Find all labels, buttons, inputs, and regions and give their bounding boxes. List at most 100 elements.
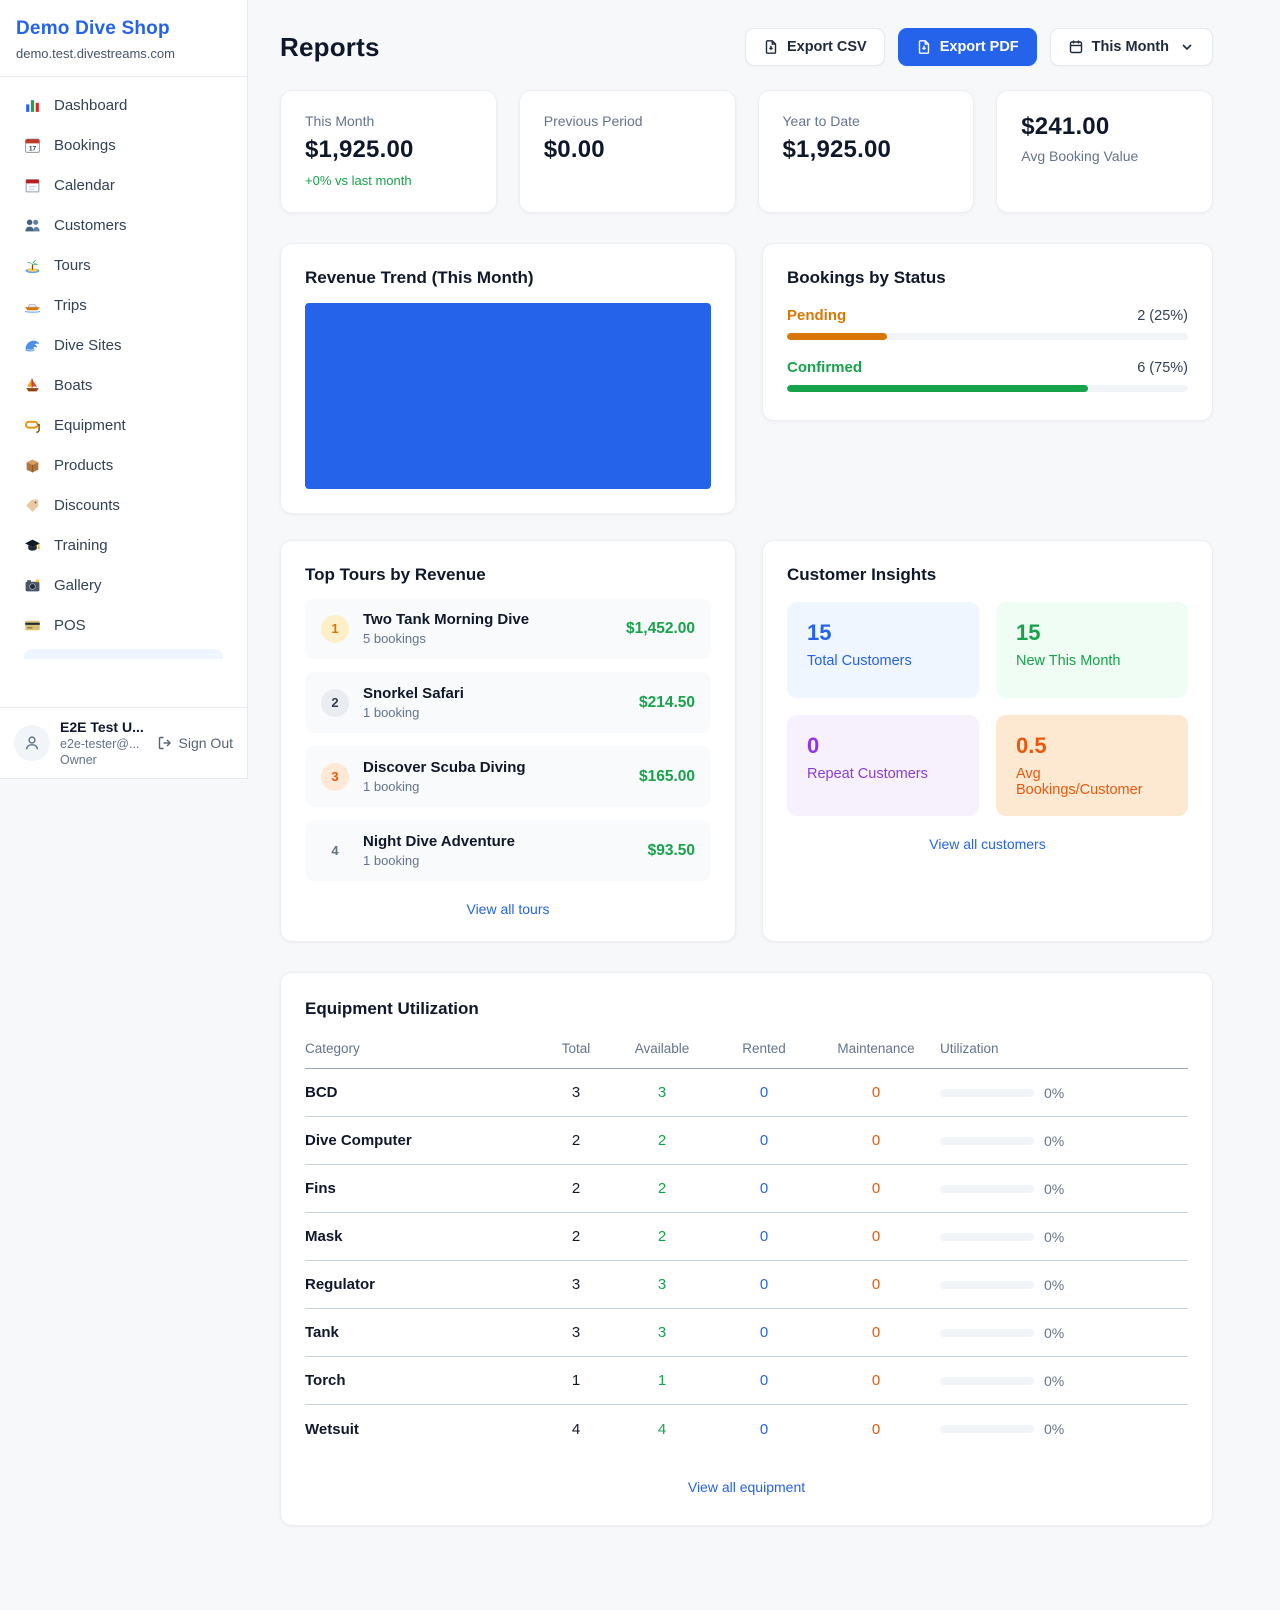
sidebar-item-label: Dive Sites bbox=[54, 337, 122, 354]
utilization-bar bbox=[940, 1137, 1034, 1145]
chevron-down-icon bbox=[1179, 39, 1195, 55]
sidebar-item-boats[interactable]: Boats bbox=[12, 369, 235, 402]
export-pdf-label: Export PDF bbox=[940, 39, 1019, 55]
bookings-icon: 17 bbox=[24, 137, 41, 154]
insight-value: 0 bbox=[807, 733, 959, 759]
sidebar-item-label: Discounts bbox=[54, 497, 120, 514]
products-icon bbox=[24, 457, 41, 474]
tour-info: Night Dive Adventure 1 booking bbox=[363, 833, 634, 868]
sidebar-item-training[interactable]: Training bbox=[12, 529, 235, 562]
sidebar-item-calendar[interactable]: Calendar bbox=[12, 169, 235, 202]
sidebar-item-dive-sites[interactable]: Dive Sites bbox=[12, 329, 235, 362]
stat-value: $0.00 bbox=[544, 136, 711, 164]
equipment-total: 2 bbox=[544, 1180, 608, 1197]
utilization-bar bbox=[940, 1281, 1034, 1289]
export-csv-label: Export CSV bbox=[787, 39, 867, 55]
equipment-total: 1 bbox=[544, 1372, 608, 1389]
stat-label: Avg Booking Value bbox=[1021, 148, 1188, 164]
period-select[interactable]: This Month bbox=[1050, 28, 1213, 66]
tour-bookings: 5 bookings bbox=[363, 631, 612, 646]
equipment-utilization-cell: 0% bbox=[940, 1181, 1188, 1197]
sidebar-item-dashboard[interactable]: Dashboard bbox=[12, 89, 235, 122]
equipment-rented: 0 bbox=[716, 1324, 812, 1341]
file-download-icon bbox=[763, 39, 779, 55]
sidebar-item-label: Trips bbox=[54, 297, 87, 314]
sidebar-item-equipment[interactable]: Equipment bbox=[12, 409, 235, 442]
shop-name: Demo Dive Shop bbox=[16, 18, 231, 40]
tour-info: Two Tank Morning Dive 5 bookings bbox=[363, 611, 612, 646]
insight-label: Avg Bookings/Customer bbox=[1016, 766, 1168, 798]
equipment-icon bbox=[24, 417, 41, 434]
utilization-bar bbox=[940, 1233, 1034, 1241]
gallery-icon bbox=[24, 577, 41, 594]
insight-value: 0.5 bbox=[1016, 733, 1168, 759]
sidebar-item-discounts[interactable]: Discounts bbox=[12, 489, 235, 522]
equipment-rented: 0 bbox=[716, 1084, 812, 1101]
equipment-rented: 0 bbox=[716, 1421, 812, 1438]
sidebar-item-trips[interactable]: Trips bbox=[12, 289, 235, 322]
utilization-bar bbox=[940, 1089, 1034, 1097]
sidebar-item-tours[interactable]: Tours bbox=[12, 249, 235, 282]
app-root: Demo Dive Shop demo.test.divestreams.com… bbox=[0, 0, 1280, 1586]
equipment-rented: 0 bbox=[716, 1180, 812, 1197]
equipment-maintenance: 0 bbox=[812, 1421, 940, 1438]
bookings-by-status-title: Bookings by Status bbox=[787, 268, 1188, 288]
sidebar-item-reports-partial[interactable] bbox=[24, 649, 223, 659]
status-count: 2 (25%) bbox=[1137, 308, 1188, 324]
utilization-percent: 0% bbox=[1044, 1181, 1064, 1197]
revenue-trend-card: Revenue Trend (This Month) bbox=[280, 243, 736, 514]
sign-out-button[interactable]: Sign Out bbox=[157, 735, 233, 751]
header-actions: Export CSV Export PDF This Month bbox=[745, 28, 1213, 66]
export-csv-button[interactable]: Export CSV bbox=[745, 28, 885, 66]
sidebar-item-label: Calendar bbox=[54, 177, 115, 194]
sidebar-item-customers[interactable]: Customers bbox=[12, 209, 235, 242]
table-row: Mask22000% bbox=[305, 1213, 1188, 1261]
tour-row: 3 Discover Scuba Diving 1 booking $165.0… bbox=[305, 746, 711, 807]
equipment-available: 3 bbox=[608, 1324, 716, 1341]
customer-insights-card: Customer Insights 15 Total Customers 15 … bbox=[762, 540, 1213, 942]
equipment-available: 2 bbox=[608, 1180, 716, 1197]
utilization-percent: 0% bbox=[1044, 1133, 1064, 1149]
column-header-maintenance: Maintenance bbox=[812, 1041, 940, 1056]
export-pdf-button[interactable]: Export PDF bbox=[898, 28, 1037, 66]
stat-label: This Month bbox=[305, 113, 472, 129]
tour-amount: $93.50 bbox=[648, 842, 695, 860]
table-row: BCD33000% bbox=[305, 1069, 1188, 1117]
sidebar-item-label: POS bbox=[54, 617, 86, 634]
svg-text:17: 17 bbox=[29, 145, 37, 152]
table-row: Regulator33000% bbox=[305, 1261, 1188, 1309]
equipment-category: Dive Computer bbox=[305, 1132, 544, 1149]
sidebar-item-label: Bookings bbox=[54, 137, 116, 154]
equipment-total: 3 bbox=[544, 1276, 608, 1293]
sidebar-item-products[interactable]: Products bbox=[12, 449, 235, 482]
status-bar-fill bbox=[787, 333, 887, 340]
sidebar-item-label: Boats bbox=[54, 377, 92, 394]
equipment-available: 2 bbox=[608, 1132, 716, 1149]
tour-bookings: 1 booking bbox=[363, 853, 634, 868]
stat-card-year-to-date: Year to Date $1,925.00 bbox=[758, 90, 975, 213]
view-all-tours-link[interactable]: View all tours bbox=[305, 901, 711, 917]
tour-bookings: 1 booking bbox=[363, 705, 625, 720]
brand-block: Demo Dive Shop demo.test.divestreams.com bbox=[0, 0, 247, 77]
equipment-available: 4 bbox=[608, 1421, 716, 1438]
equipment-utilization-cell: 0% bbox=[940, 1373, 1188, 1389]
sidebar-item-gallery[interactable]: Gallery bbox=[12, 569, 235, 602]
user-role: Owner bbox=[60, 753, 147, 767]
column-header-category: Category bbox=[305, 1041, 544, 1056]
column-header-available: Available bbox=[608, 1041, 716, 1056]
equipment-category: Regulator bbox=[305, 1276, 544, 1293]
equipment-available: 3 bbox=[608, 1084, 716, 1101]
sidebar-item-bookings[interactable]: 17 Bookings bbox=[12, 129, 235, 162]
rank-badge: 3 bbox=[321, 763, 349, 791]
view-all-equipment-link[interactable]: View all equipment bbox=[305, 1479, 1188, 1495]
equipment-utilization-title: Equipment Utilization bbox=[305, 999, 1188, 1019]
dive-sites-icon bbox=[24, 337, 41, 354]
tour-row: 2 Snorkel Safari 1 booking $214.50 bbox=[305, 672, 711, 733]
equipment-total: 3 bbox=[544, 1084, 608, 1101]
sidebar-item-pos[interactable]: POS bbox=[12, 609, 235, 642]
tour-name: Discover Scuba Diving bbox=[363, 759, 625, 776]
view-all-customers-link[interactable]: View all customers bbox=[787, 836, 1188, 852]
equipment-category: Tank bbox=[305, 1324, 544, 1341]
tour-amount: $214.50 bbox=[639, 694, 695, 712]
tours-icon bbox=[24, 257, 41, 274]
